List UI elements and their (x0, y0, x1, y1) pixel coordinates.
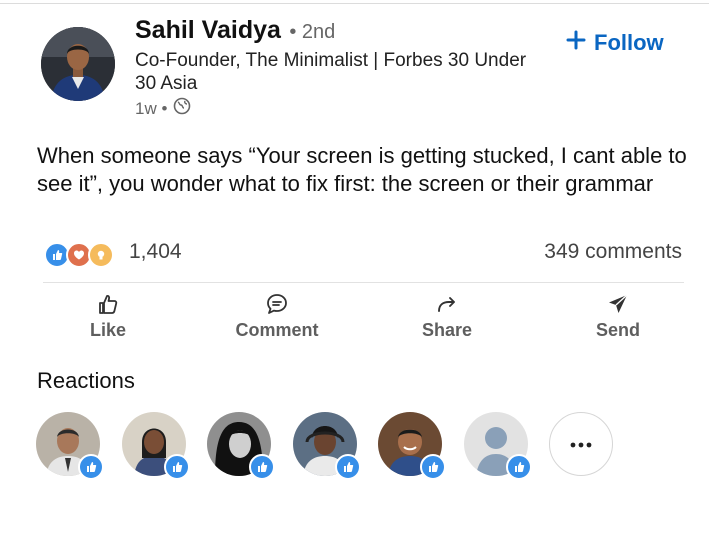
follow-button[interactable]: Follow (566, 30, 664, 56)
comment-label: Comment (235, 320, 319, 340)
more-reactions-button[interactable] (549, 412, 613, 476)
top-divider (0, 3, 709, 4)
share-label: Share (421, 320, 473, 340)
share-button[interactable]: Share (387, 292, 507, 341)
thumbs-up-icon (48, 292, 168, 316)
like-label: Like (89, 320, 127, 340)
author-name-line: Sahil Vaidya • 2nd (135, 16, 335, 45)
send-icon (558, 292, 678, 316)
post-text: When someone says “Your screen is gettin… (37, 143, 687, 196)
follow-label: Follow (594, 30, 664, 55)
comments-count[interactable]: 349 comments (544, 240, 682, 264)
share-icon (387, 292, 507, 316)
like-badge-icon (164, 454, 190, 480)
comment-button[interactable]: Comment (217, 292, 337, 341)
send-button[interactable]: Send (558, 292, 678, 341)
like-badge-icon (249, 454, 275, 480)
reactor-avatar[interactable] (122, 412, 190, 480)
like-badge-icon (506, 454, 532, 480)
plus-icon (566, 30, 586, 56)
reactor-avatar[interactable] (207, 412, 275, 480)
more-icon (570, 435, 592, 453)
connection-degree: • 2nd (289, 21, 336, 43)
reactions-title: Reactions (37, 368, 135, 393)
reactor-avatar-placeholder[interactable] (464, 412, 532, 480)
send-label: Send (595, 320, 640, 340)
globe-icon (173, 97, 191, 120)
author-photo (41, 27, 115, 101)
reactor-avatar[interactable] (36, 412, 104, 480)
post-meta: 1w • (135, 97, 191, 120)
reaction-count[interactable]: 1,404 (129, 240, 182, 264)
reactor-avatar[interactable] (293, 412, 361, 480)
author-name[interactable]: Sahil Vaidya (135, 16, 281, 44)
comment-icon (217, 292, 337, 316)
like-button[interactable]: Like (48, 292, 168, 341)
like-badge-icon (335, 454, 361, 480)
actions-divider (43, 282, 684, 283)
post-time: 1w • (135, 98, 168, 118)
reactor-avatar[interactable] (378, 412, 446, 480)
author-headline: Co-Founder, The Minimalist | Forbes 30 U… (135, 50, 527, 94)
reaction-icons[interactable] (44, 242, 114, 268)
like-badge-icon (78, 454, 104, 480)
like-badge-icon (420, 454, 446, 480)
author-avatar[interactable] (41, 27, 115, 101)
insightful-icon (88, 242, 114, 268)
